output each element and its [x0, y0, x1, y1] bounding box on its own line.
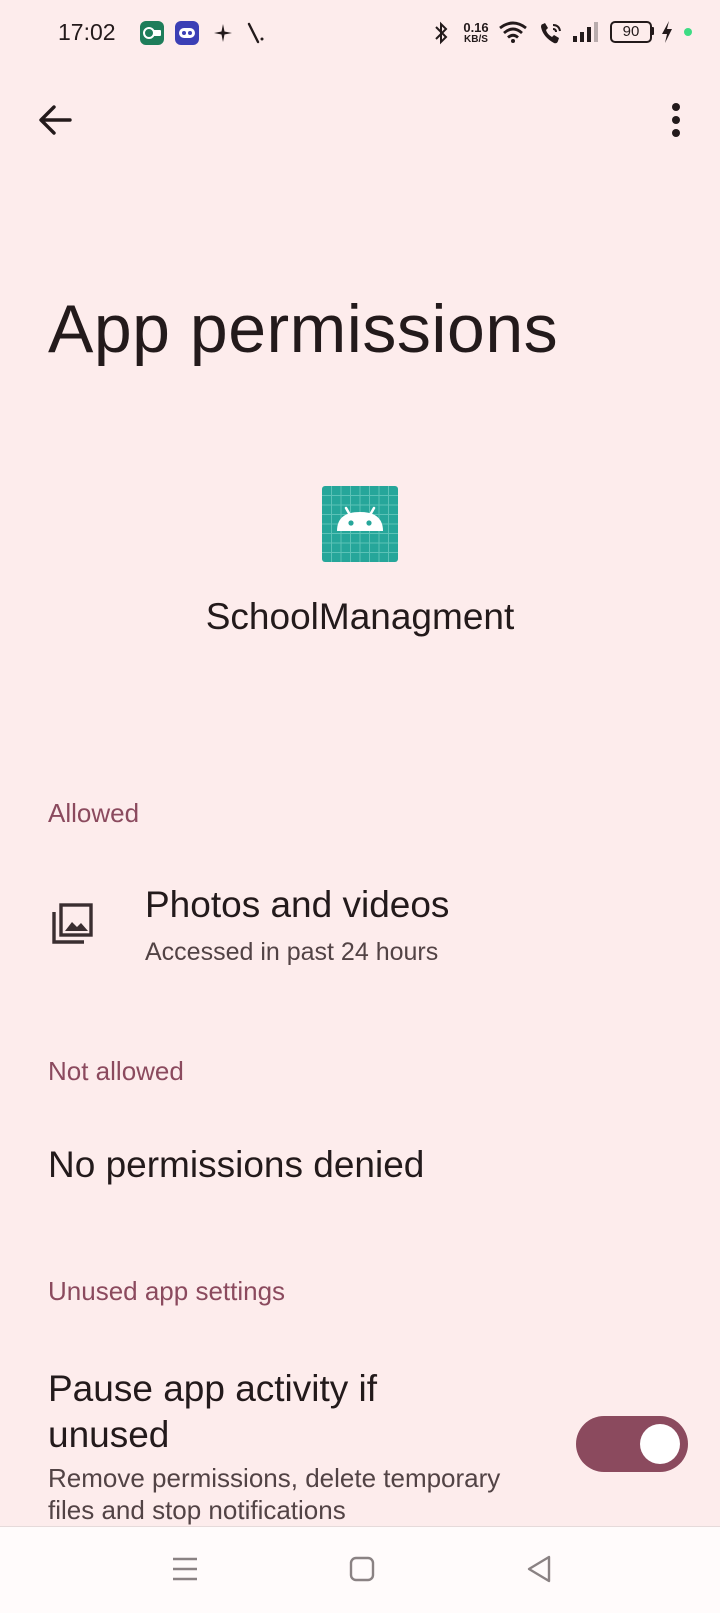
app-icon — [322, 486, 398, 562]
section-header-allowed: Allowed — [48, 798, 140, 828]
pause-app-activity-toggle[interactable] — [576, 1416, 688, 1472]
network-speed: 0.16 KB/S — [458, 21, 494, 45]
slash-icon — [247, 22, 264, 44]
signal-icon — [573, 22, 598, 42]
photo-library-icon — [52, 903, 93, 944]
menu-icon — [173, 1557, 197, 1581]
back-button[interactable] — [32, 96, 80, 144]
section-header-not-allowed: Not allowed — [48, 1056, 184, 1086]
pause-app-activity-row[interactable]: Pause app activity if unused Remove perm… — [0, 1358, 720, 1528]
sbi-app-icon — [140, 21, 164, 45]
battery-icon: 90 — [610, 21, 654, 43]
toggle-knob — [640, 1424, 680, 1464]
battery-level: 90 — [622, 23, 640, 40]
home-square-icon — [349, 1556, 375, 1582]
more-options-button[interactable] — [652, 96, 700, 144]
permission-subtitle: Accessed in past 24 hours — [145, 938, 439, 966]
charging-bolt-icon — [662, 21, 672, 43]
bluetooth-icon — [435, 21, 448, 45]
network-speed-value: 0.16 — [463, 20, 489, 35]
no-permissions-denied-text: No permissions denied — [48, 1144, 425, 1185]
permission-item-photos-and-videos[interactable]: Photos and videos Accessed in past 24 ho… — [0, 860, 720, 980]
arrow-back-icon — [39, 105, 72, 135]
wifi-calling-icon — [541, 23, 561, 44]
system-back-button[interactable] — [518, 1547, 562, 1591]
page-title: App permissions — [48, 291, 559, 367]
pause-app-activity-title: Pause app activity if unused — [48, 1368, 378, 1455]
permission-title: Photos and videos — [145, 884, 450, 925]
system-navigation-bar — [0, 1526, 720, 1613]
back-triangle-icon — [527, 1555, 551, 1583]
privacy-dot-indicator — [684, 28, 692, 36]
network-speed-unit: KB/S — [464, 34, 488, 45]
recents-button[interactable] — [163, 1547, 207, 1591]
status-bar: 17:02 0.16 KB/S 90 — [0, 0, 720, 64]
home-button[interactable] — [340, 1547, 384, 1591]
chat-bot-icon — [175, 21, 199, 45]
section-header-unused-app-settings: Unused app settings — [48, 1276, 286, 1306]
app-name: SchoolManagment — [205, 596, 515, 637]
wifi-icon — [499, 21, 527, 43]
more-vert-icon — [672, 103, 680, 137]
pause-app-activity-subtitle: Remove permissions, delete temporary fil… — [48, 1463, 501, 1525]
sparkle-icon — [214, 24, 232, 42]
status-time: 17:02 — [58, 19, 116, 45]
